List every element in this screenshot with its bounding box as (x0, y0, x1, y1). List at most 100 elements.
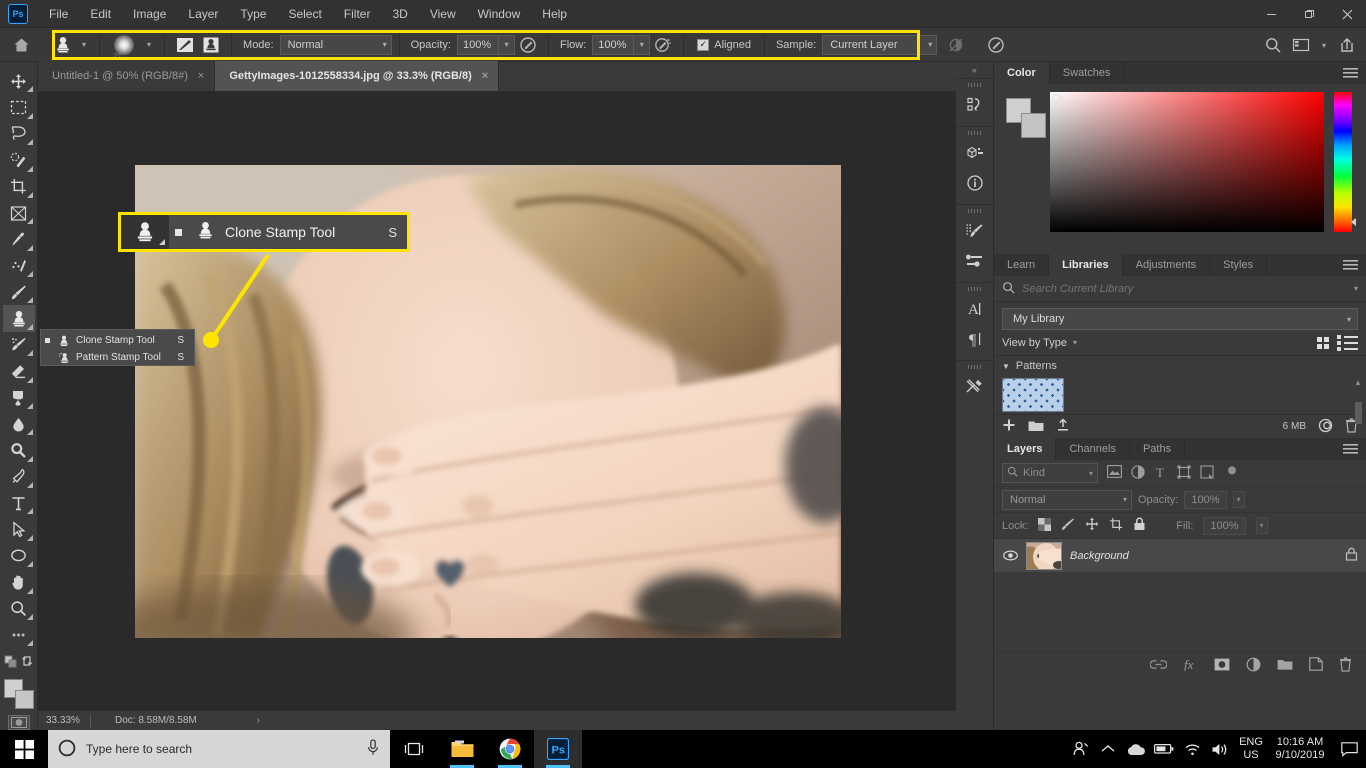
minimize-button[interactable] (1252, 0, 1290, 28)
close-icon[interactable]: × (198, 70, 204, 82)
quick-mask-button[interactable] (8, 715, 30, 730)
collapse-panels-button[interactable]: « (956, 62, 994, 78)
status-menu-arrow[interactable]: › (197, 715, 260, 726)
chevron-down-icon[interactable]: ▾ (1354, 284, 1358, 293)
info-icon[interactable] (958, 168, 992, 198)
list-view-icon[interactable] (1337, 335, 1358, 351)
canvas-area[interactable] (38, 92, 956, 710)
3d-icon[interactable] (958, 138, 992, 168)
fill-stepper[interactable]: ▾ (1256, 517, 1268, 534)
eraser-tool[interactable] (3, 358, 35, 384)
brush-settings-icon[interactable] (958, 216, 992, 246)
document-tab-gettyimages[interactable]: GettyImages-1012558334.jpg @ 33.3% (RGB/… (215, 61, 499, 91)
aligned-checkbox[interactable]: ✓ Aligned (691, 39, 757, 51)
panel-menu-icon[interactable] (1343, 62, 1358, 84)
sample-select[interactable]: Current Layer ▾ (822, 35, 937, 55)
gradient-tool[interactable] (3, 385, 35, 411)
airbrush-button[interactable] (650, 33, 676, 57)
upload-icon[interactable] (1056, 418, 1070, 435)
history-brush-tool[interactable] (3, 332, 35, 358)
tab-adjustments[interactable]: Adjustments (1123, 254, 1211, 276)
dodge-tool[interactable] (3, 437, 35, 463)
eyedropper-tool[interactable] (3, 226, 35, 252)
color-field[interactable] (1050, 92, 1324, 232)
lock-transparent-pixels-icon[interactable] (1038, 518, 1051, 534)
ellipse-tool[interactable] (3, 543, 35, 569)
tab-learn[interactable]: Learn (994, 254, 1049, 276)
lock-position-icon[interactable] (1085, 517, 1099, 534)
clone-stamp-flyout-menu[interactable]: Clone Stamp Tool S Pattern Stamp Tool S (40, 329, 195, 366)
file-explorer-icon[interactable] (438, 730, 486, 768)
drag-grip[interactable] (968, 365, 982, 369)
history-icon[interactable] (958, 90, 992, 120)
search-input[interactable] (1022, 283, 1347, 295)
close-icon[interactable]: × (482, 70, 488, 82)
brush-preset-chevron-icon[interactable]: ▾ (141, 40, 157, 49)
people-icon[interactable] (1066, 730, 1094, 768)
lock-all-icon[interactable] (1133, 517, 1146, 534)
pressure-opacity-button[interactable] (515, 33, 541, 57)
filter-adjustment-icon[interactable] (1131, 465, 1145, 482)
add-icon[interactable] (1002, 418, 1016, 435)
adjustment-layer-icon[interactable] (1246, 657, 1261, 675)
table-row[interactable]: Background (994, 538, 1366, 572)
tab-channels[interactable]: Channels (1056, 438, 1129, 460)
color-swatches[interactable] (4, 679, 34, 707)
library-search-row[interactable]: ▾ (994, 276, 1366, 302)
chevron-down-icon[interactable]: ▾ (1067, 338, 1077, 347)
menu-select[interactable]: Select (277, 0, 332, 28)
menu-view[interactable]: View (419, 0, 467, 28)
lasso-tool[interactable] (3, 121, 35, 147)
photoshop-icon[interactable]: Ps (534, 730, 582, 768)
home-button[interactable] (0, 28, 42, 62)
ignore-adjustment-layers-button[interactable] (943, 33, 969, 57)
menu-type[interactable]: Type (229, 0, 277, 28)
show-hidden-icons-icon[interactable] (1094, 730, 1122, 768)
menu-help[interactable]: Help (531, 0, 578, 28)
rectangular-marquee-tool[interactable] (3, 94, 35, 120)
flow-input[interactable]: 100% (592, 35, 634, 55)
close-button[interactable] (1328, 0, 1366, 28)
library-select[interactable]: My Library ▾ (1002, 308, 1358, 330)
zoom-level[interactable]: 33.33% (38, 715, 90, 726)
layer-opacity-stepper[interactable]: ▾ (1233, 491, 1245, 508)
task-view-icon[interactable] (390, 730, 438, 768)
windows-start-icon[interactable] (0, 730, 48, 768)
drag-grip[interactable] (968, 209, 982, 213)
tool-preset-chevron-icon[interactable]: ▾ (76, 40, 92, 49)
pressure-size-button[interactable] (983, 33, 1009, 57)
search-box[interactable]: Type here to search (48, 730, 390, 768)
background-color-swatch[interactable] (1021, 113, 1046, 138)
brush-preset-picker[interactable]: 21 (107, 32, 141, 58)
menu-file[interactable]: File (38, 0, 79, 28)
tab-color[interactable]: Color (994, 62, 1050, 84)
toggle-clone-source-button[interactable] (198, 33, 224, 57)
pattern-thumbnail[interactable] (1002, 378, 1064, 412)
fill-value[interactable]: 100% (1203, 517, 1245, 535)
delete-layer-icon[interactable] (1339, 657, 1352, 675)
filter-type-icon[interactable]: T (1154, 465, 1168, 482)
filter-smart-object-icon[interactable] (1200, 465, 1214, 482)
layer-thumbnail[interactable] (1026, 542, 1062, 570)
menu-window[interactable]: Window (467, 0, 532, 28)
drag-grip[interactable] (968, 287, 982, 291)
battery-icon[interactable] (1150, 730, 1178, 768)
hue-slider[interactable] (1334, 92, 1352, 232)
character-icon[interactable]: A (958, 294, 992, 324)
tab-layers[interactable]: Layers (994, 438, 1056, 460)
layer-style-icon[interactable]: fx (1183, 657, 1198, 674)
grid-view-icon[interactable] (1317, 337, 1329, 349)
tool-presets-icon[interactable] (958, 372, 992, 402)
spot-healing-brush-tool[interactable] (3, 253, 35, 279)
brush-presets-icon[interactable] (958, 246, 992, 276)
flyout-item-pattern-stamp[interactable]: Pattern Stamp Tool S (41, 349, 194, 366)
panel-menu-icon[interactable] (1343, 438, 1358, 460)
wifi-icon[interactable] (1178, 730, 1206, 768)
flow-stepper[interactable]: ▾ (634, 35, 650, 55)
volume-icon[interactable] (1206, 730, 1234, 768)
drag-grip[interactable] (968, 131, 982, 135)
frame-tool[interactable] (3, 200, 35, 226)
paragraph-icon[interactable]: ¶ (958, 324, 992, 354)
view-by-label[interactable]: View by Type (1002, 337, 1067, 349)
drag-grip[interactable] (968, 83, 982, 87)
